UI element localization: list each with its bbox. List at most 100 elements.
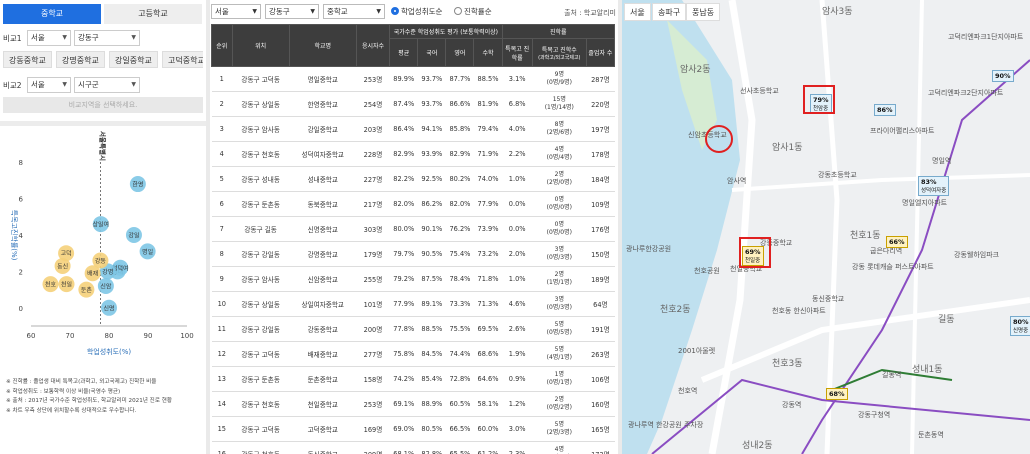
table-row[interactable]: 2 강동구 상일동 한영중학교 254명 87.4% 93.7% 86.6% 81.9% 6.8…: [211, 91, 615, 117]
map-tab-seoul[interactable]: 서울: [624, 3, 651, 21]
map-panel[interactable]: 서울 송파구 풍납동 암사3동 암사2동 암사1동 천호1동 천호2동 천호3동…: [622, 0, 1030, 454]
x-tick-label: 90: [144, 332, 153, 340]
table-cell: 69.1%: [389, 391, 418, 417]
school-marker[interactable]: 68%: [826, 388, 848, 400]
table-cell: 강동구 천호동: [232, 141, 290, 167]
col-group-achievement: 국가수준 학업성취도 평가 (보통학력이상): [389, 24, 503, 39]
col-rank: 순위: [211, 24, 233, 67]
map-label: 프라이어팰리스아파트: [870, 127, 935, 135]
table-cell: 89.1%: [417, 291, 446, 317]
school-marker[interactable]: 66%: [886, 236, 908, 248]
map-label: 성내1동: [912, 365, 943, 375]
map-tab-songpa[interactable]: 송파구: [652, 3, 687, 21]
map-label: 강동역: [782, 401, 802, 409]
scatter-chart: 60 70 80 90 100 0 2 4 6 8 학업성취도(%) 특목고진학률(%) 서울특별시 한영…: [0, 130, 206, 405]
table-cell: 12: [211, 341, 233, 367]
table-cell: 2.6%: [502, 316, 533, 342]
table-cell: 강동구 둔촌동: [232, 191, 290, 217]
table-cell: 강동구 고덕동: [232, 416, 290, 442]
table-cell: 1: [211, 66, 233, 92]
chevron-down-icon: ▼: [62, 81, 67, 88]
table-row[interactable]: 3 강동구 암사동 강일중학교 203명 86.4% 94.1% 85.8% 79.4% 4.0…: [211, 116, 615, 142]
table-cell: 2.3%: [502, 441, 533, 454]
highlight-box: [803, 85, 835, 114]
map-label: 암사1동: [772, 143, 803, 153]
sort-rate-radio[interactable]: 진학률순: [454, 6, 492, 17]
table-row[interactable]: 12 강동구 고덕동 배재중학교 277명 75.8% 84.5% 74.4% 68.6% 1.…: [211, 341, 615, 367]
cell-special-count: 5명 (4명/1명): [532, 341, 587, 367]
table-cell: 0.0%: [502, 216, 533, 242]
table-cell: 동신중학교: [289, 441, 357, 454]
table-cell: 263명: [586, 341, 615, 367]
table-row[interactable]: 15 강동구 고덕동 고덕중학교 169명 69.0% 80.5% 66.5% 60.0% 3.…: [211, 416, 615, 442]
compare2-city-select[interactable]: 서울 ▼: [27, 77, 71, 93]
sort-achievement-radio[interactable]: 학업성취도순: [391, 6, 442, 17]
map-tab-pungnap[interactable]: 풍납동: [686, 3, 721, 21]
map-label: 천호동 한신아파트: [772, 307, 826, 315]
chevron-down-icon: ▼: [62, 34, 67, 41]
school-chip[interactable]: 강명중학교: [56, 51, 105, 68]
school-chip[interactable]: 고덕중학교: [162, 51, 203, 68]
col-school: 학교명: [288, 24, 357, 67]
data-point-label: 신암: [100, 282, 112, 290]
data-point-label: 상일여: [93, 221, 110, 229]
school-marker[interactable]: 83% 성덕여자중: [918, 176, 950, 196]
table-cell: 85.4%: [417, 366, 446, 392]
table-row[interactable]: 9 강동구 암사동 신암중학교 255명 79.2% 87.5% 78.4% 71.8% 1.0…: [211, 266, 615, 292]
map-label: 광나루역 한강공원 주차장: [628, 421, 704, 429]
table-row[interactable]: 16강동구 천호동동신중학교209명68.1%82.8%65.5%61.2%2.…: [211, 441, 615, 454]
school-chip[interactable]: 강동중학교: [3, 51, 52, 68]
table-cell: 85.8%: [445, 116, 474, 142]
table-cell: 고덕중학교: [289, 416, 357, 442]
ranking-panel: 서울 ▼ 강동구 ▼ 중학교 ▼ 학업성취도순 진학률순 출처 : 학교알리미 순위 …: [210, 0, 618, 454]
data-point-label: 한영: [132, 181, 143, 189]
count-total: 1명: [554, 371, 564, 378]
table-row[interactable]: 5 강동구 성내동 성내중학교 227명 82.2% 92.5% 80.2% 74.0% 1.0…: [211, 166, 615, 192]
table-row[interactable]: 10 강동구 상일동 상일여자중학교 101명 77.9% 89.1% 73.3% 71.3%…: [211, 291, 615, 317]
radio-off-icon: [454, 7, 462, 15]
table-cell: 82.2%: [389, 166, 418, 192]
tab-middle-school[interactable]: 중학교: [3, 4, 101, 24]
table-cell: 88.5%: [417, 316, 446, 342]
table-row[interactable]: 13 강동구 둔촌동 둔촌중학교 158명 74.2% 85.4% 72.8% 64.6% 0.…: [211, 366, 615, 392]
table-row[interactable]: 1 강동구 고덕동 명일중학교 253명 89.9% 93.7% 87.7% 88.5% 3.1…: [211, 66, 615, 92]
table-cell: 65.5%: [445, 441, 474, 454]
chevron-down-icon: ▼: [131, 81, 136, 88]
school-chip[interactable]: 강일중학교: [109, 51, 158, 68]
map-label: 천호2동: [660, 305, 691, 315]
tab-high-school[interactable]: 고등학교: [104, 4, 202, 24]
school-marker[interactable]: 86%: [874, 104, 896, 116]
map-label: 명일역: [932, 157, 952, 165]
table-cell: 200명: [356, 316, 390, 342]
table-cell: 11: [211, 316, 233, 342]
map-label: 동신중학교: [812, 295, 845, 303]
compare1-city-select[interactable]: 서울 ▼: [27, 30, 71, 46]
table-row[interactable]: 11 강동구 강일동 강동중학교 200명 77.8% 88.5% 75.5% 69.5% 2.…: [211, 316, 615, 342]
count-total: 5명: [554, 421, 564, 428]
table-cell: 상일여자중학교: [289, 291, 357, 317]
school-marker[interactable]: 80% 신명중: [1010, 316, 1030, 336]
table-row[interactable]: 14 강동구 천호동 천일중학교 253명 69.1% 88.9% 60.5% 58.1% 1.…: [211, 391, 615, 417]
table-row[interactable]: 6 강동구 둔촌동 동북중학교 217명 82.0% 86.2% 82.0% 77.9% 0.0…: [211, 191, 615, 217]
table-cell: 15: [211, 416, 233, 442]
compare1-district-select[interactable]: 강동구 ▼: [74, 30, 140, 46]
note-line: ※ 진학률 : 졸업생 대비 특목고(과학고, 외고국제고) 진학한 비율: [6, 379, 157, 385]
count-total: 5명: [554, 346, 564, 353]
table-cell: 109명: [586, 191, 615, 217]
table-cell: 172명: [586, 441, 615, 454]
table-row[interactable]: 8 강동구 강일동 강명중학교 179명 79.7% 90.5% 75.4% 73.2% 2.0…: [211, 241, 615, 267]
table-cell: 150명: [586, 241, 615, 267]
table-cell: 강동구 고덕동: [232, 341, 290, 367]
table-cell: 강동구 암사동: [232, 116, 290, 142]
level-select[interactable]: 중학교 ▼: [323, 4, 385, 19]
district-select[interactable]: 강동구 ▼: [265, 4, 319, 19]
city-select[interactable]: 서울 ▼: [211, 4, 261, 19]
count-total: 0명: [554, 221, 564, 228]
compare2-district-select[interactable]: 시구군 ▼: [74, 77, 140, 93]
table-cell: 82.8%: [417, 441, 446, 454]
table-cell: 명일중학교: [289, 66, 357, 92]
highlight-box: [739, 237, 771, 268]
table-row[interactable]: 7 강동구 길동 신명중학교 303명 80.0% 90.1% 76.2% 73.9% 0.0%…: [211, 216, 615, 242]
school-marker[interactable]: 90%: [992, 70, 1014, 82]
table-row[interactable]: 4 강동구 천호동 성덕여자중학교 228명 82.9% 93.9% 82.9% 71.9% 2…: [211, 141, 615, 167]
